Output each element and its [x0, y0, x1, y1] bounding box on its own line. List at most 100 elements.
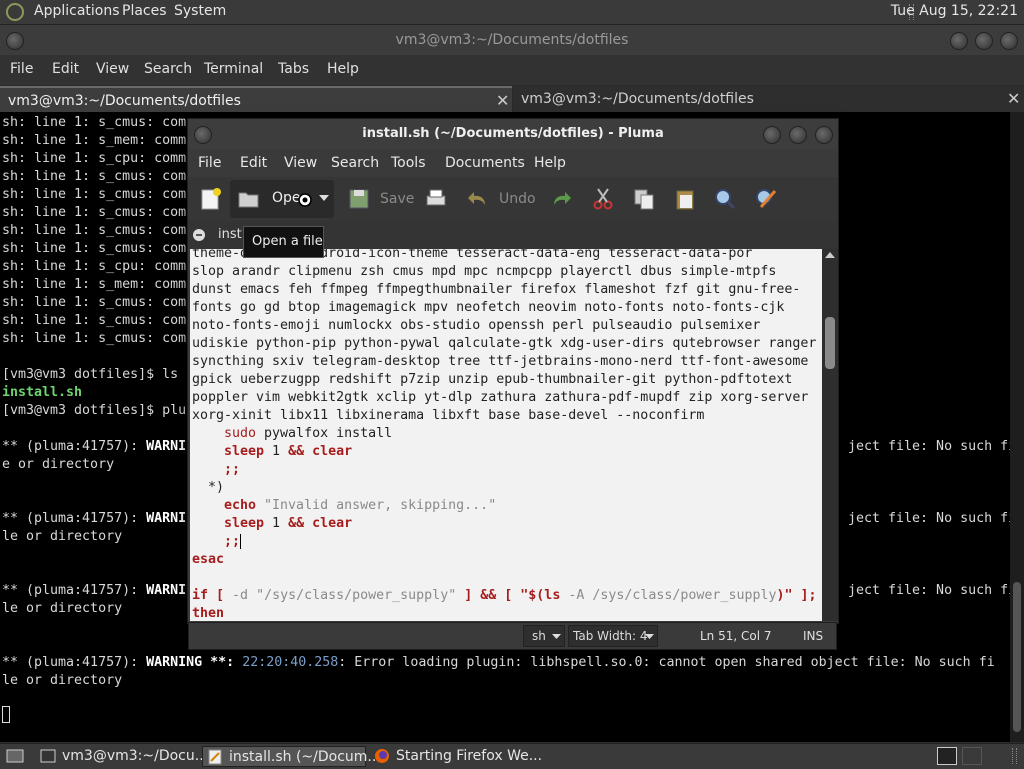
minimize-icon[interactable] [950, 32, 968, 50]
prompt-ls: [vm3@vm3 dotfiles]$ ls [2, 367, 179, 382]
save-label[interactable]: Save [380, 191, 414, 207]
prompt-pluma: [vm3@vm3 dotfiles]$ plu [2, 403, 187, 418]
menu-edit[interactable]: Edit [52, 61, 79, 77]
scroll-up-icon[interactable] [825, 252, 835, 260]
code-editor[interactable]: theme-d rchdroid-icon-theme tesseract-da… [190, 249, 822, 621]
save-icon[interactable] [348, 187, 370, 211]
undo-label[interactable]: Undo [499, 191, 536, 207]
paste-icon[interactable] [674, 187, 696, 211]
new-document-icon[interactable] [200, 187, 222, 211]
open-label: Ope [272, 190, 301, 206]
redo-icon[interactable] [550, 187, 572, 211]
language-dropdown[interactable]: sh [523, 625, 565, 647]
scrollbar-thumb[interactable] [825, 317, 835, 369]
taskbar: vm3@vm3:~/Docu... install.sh (~/Docum...… [0, 743, 1024, 769]
insert-mode: INS [803, 629, 824, 643]
menu-terminal[interactable]: Terminal [204, 61, 263, 77]
terminal-tabbar: vm3@vm3:~/Documents/dotfiles ✕ vm3@vm3:~… [0, 86, 1024, 112]
menu-help[interactable]: Help [327, 61, 359, 77]
code-line: fonts go gd btop imagemagick mpv neofetc… [192, 300, 785, 315]
cut-icon[interactable] [592, 187, 614, 211]
pluma-menubar: File Edit View Search Tools Documents He… [188, 149, 838, 177]
workspace-1[interactable] [937, 747, 957, 765]
warning-line: ** (pluma:41757): WARNI [2, 583, 187, 598]
code-line: sleep 1 && clear [224, 516, 353, 531]
workspace-2[interactable] [962, 747, 982, 765]
replace-icon[interactable] [755, 187, 777, 211]
undo-icon[interactable] [467, 187, 489, 211]
menu-file[interactable]: File [10, 61, 33, 77]
code-line: gpick ueberzugpp redshift p7zip unzip ep… [192, 372, 793, 387]
close-icon[interactable] [815, 126, 833, 144]
find-icon[interactable] [714, 187, 736, 211]
terminal-line: sh: line 1: s_cmus: com [2, 313, 187, 328]
chevron-down-icon [645, 634, 654, 639]
terminal-line: sh: line 1: s_cmus: com [2, 115, 187, 130]
tab-install-sh[interactable]: inst [218, 227, 242, 242]
code-line: sleep 1 && clear [224, 444, 353, 459]
terminal-menubar: File Edit View Search Terminal Tabs Help [0, 55, 1024, 85]
document-icon [193, 229, 205, 241]
task-terminal[interactable]: vm3@vm3:~/Docu... [36, 746, 208, 767]
code-line: slop arandr clipmenu zsh cmus mpd mpc nc… [192, 264, 777, 279]
code-line: if [ -d "/sys/class/power_supply" ] && [… [192, 588, 817, 603]
code-line: then [192, 606, 225, 621]
tab-terminal-1[interactable]: vm3@vm3:~/Documents/dotfiles ✕ [0, 86, 512, 112]
tab-label: vm3@vm3:~/Documents/dotfiles [521, 91, 754, 107]
menu-view[interactable]: View [96, 61, 129, 77]
clock[interactable]: Tue Aug 15, 22:21 [891, 3, 1018, 19]
pluma-titlebar[interactable]: install.sh (~/Documents/dotfiles) - Plum… [188, 119, 838, 149]
menu-edit[interactable]: Edit [240, 155, 267, 171]
editor-scrollbar[interactable] [822, 249, 838, 621]
warning-line: ** (pluma:41757): WARNI [2, 439, 187, 454]
tab-width-dropdown[interactable]: Tab Width: 4 [568, 625, 658, 647]
terminal-titlebar[interactable]: vm3@vm3:~/Documents/dotfiles [0, 25, 1024, 55]
menu-search[interactable]: Search [331, 155, 379, 171]
pluma-title: install.sh (~/Documents/dotfiles) - Plum… [362, 126, 664, 141]
menu-search[interactable]: Search [144, 61, 192, 77]
terminal-line: sh: line 1: s_cmus: com [2, 169, 187, 184]
firefox-icon [375, 749, 389, 763]
terminal-line: sh: line 1: s_cmus: com [2, 223, 187, 238]
code-line: *) [208, 480, 225, 495]
minimize-icon[interactable] [763, 126, 781, 144]
terminal-line: sh: line 1: s_mem: comm [2, 277, 187, 292]
copy-icon[interactable] [633, 187, 655, 211]
code-line: dunst emacs feh ffmpeg ffmpegthumbnailer… [192, 282, 801, 297]
menu-view[interactable]: View [284, 155, 317, 171]
code-line: echo "Invalid answer, skipping..." [224, 498, 497, 513]
system-menu[interactable]: System [174, 3, 226, 19]
maximize-icon[interactable] [975, 32, 993, 50]
code-line: noto-fonts-emoji numlockx obs-studio ope… [192, 318, 761, 333]
menu-documents[interactable]: Documents [445, 155, 525, 171]
applications-menu[interactable]: Applications [34, 3, 120, 19]
places-menu[interactable]: Places [122, 3, 167, 19]
task-pluma[interactable]: install.sh (~/Docum... [202, 746, 381, 767]
warning-tail: ject file: No such fil [848, 439, 1024, 454]
close-tab-icon[interactable]: ✕ [496, 91, 509, 110]
warning-tail: ject file: No such fil [848, 583, 1024, 598]
top-panel: Applications Places System Tue Aug 15, 2… [0, 0, 1024, 25]
code-line: poppler vim webkit2gtk xclip yt-dlp zath… [192, 390, 809, 405]
close-icon[interactable] [1000, 32, 1018, 50]
scrollbar-thumb[interactable] [1013, 582, 1021, 732]
code-line: syncthing sxiv telegram-desktop tree ttf… [192, 354, 809, 369]
maximize-icon[interactable] [789, 126, 807, 144]
terminal-scrollbar[interactable] [1010, 112, 1024, 742]
code-line: sudo pywalfox install [224, 426, 393, 441]
print-icon[interactable] [425, 187, 447, 211]
task-firefox[interactable]: Starting Firefox We... [370, 746, 542, 767]
terminal-line: sh: line 1: s_cmus: com [2, 331, 187, 346]
menu-file[interactable]: File [198, 155, 221, 171]
tab-terminal-2[interactable]: vm3@vm3:~/Documents/dotfiles ✕ [513, 86, 1024, 112]
menu-help[interactable]: Help [534, 155, 566, 171]
warning-line: ** (pluma:41757): WARNI [2, 511, 187, 526]
menu-tabs[interactable]: Tabs [278, 61, 309, 77]
close-tab-icon[interactable]: ✕ [1007, 89, 1020, 108]
show-desktop-icon[interactable] [6, 748, 24, 764]
chevron-down-icon[interactable] [319, 195, 329, 203]
menu-tools[interactable]: Tools [391, 155, 426, 171]
warning-continuation: le or directory [2, 673, 123, 688]
open-button[interactable]: Ope [230, 180, 334, 218]
applications-logo-icon[interactable] [6, 3, 24, 21]
